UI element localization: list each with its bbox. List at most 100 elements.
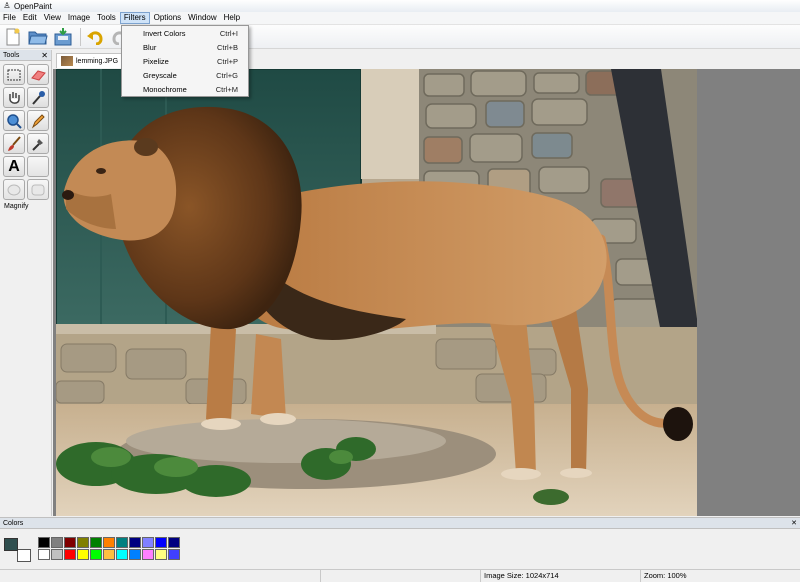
eraser-icon <box>31 69 46 81</box>
palette-swatch[interactable] <box>90 537 102 548</box>
background-color-swatch[interactable] <box>17 549 31 562</box>
palette-swatch[interactable] <box>77 537 89 548</box>
menu-item-shortcut: Ctrl+I <box>219 29 238 38</box>
palette-swatch[interactable] <box>142 549 154 560</box>
hand-icon <box>9 91 20 104</box>
palette-swatch[interactable] <box>116 549 128 560</box>
tools-panel-title: Tools <box>3 51 20 59</box>
clone-stamp-tool[interactable] <box>27 133 49 154</box>
filter-pixelize[interactable]: Pixelize Ctrl+P <box>122 55 248 69</box>
undo-icon <box>87 30 103 45</box>
colors-panel-close-icon[interactable]: ✕ <box>791 519 797 527</box>
document-tab-label: lemming.JPG <box>76 57 119 65</box>
open-icon <box>28 31 48 44</box>
title-bar: ♙ OpenPaint <box>0 0 800 12</box>
palette-swatch[interactable] <box>51 549 63 560</box>
tools-panel: Tools ✕ A Magnify <box>0 50 52 516</box>
magnify-tool[interactable] <box>3 110 25 131</box>
rounded-rectangle-tool[interactable] <box>27 179 49 200</box>
image-size-status: Image Size: 1024x714 <box>480 570 640 582</box>
colors-panel-header: Colors ✕ <box>0 518 800 529</box>
document-area: lemming.JPG <box>53 50 800 516</box>
palette-swatch[interactable] <box>64 549 76 560</box>
toolbar <box>0 25 800 49</box>
palette-swatch[interactable] <box>90 549 102 560</box>
selected-tool-name: Magnify <box>4 203 29 210</box>
text-tool[interactable]: A <box>3 156 25 177</box>
palette-swatch[interactable] <box>103 549 115 560</box>
color-palette <box>38 537 180 560</box>
menu-item-label: Pixelize <box>143 57 169 66</box>
tool-grid: A <box>0 61 51 200</box>
pin-icon <box>32 138 43 151</box>
palette-swatch[interactable] <box>155 549 167 560</box>
ellipse-icon <box>7 184 21 195</box>
rounded-rectangle-icon <box>31 184 45 195</box>
palette-swatch[interactable] <box>38 549 50 560</box>
palette-swatch[interactable] <box>77 549 89 560</box>
colors-panel-title: Colors <box>3 519 24 527</box>
palette-swatch[interactable] <box>142 537 154 548</box>
menu-tools[interactable]: Tools <box>94 12 119 24</box>
menu-view[interactable]: View <box>41 12 64 24</box>
pencil-tool[interactable] <box>27 110 49 131</box>
brush-icon <box>8 135 21 151</box>
undo-button[interactable] <box>84 27 106 47</box>
menu-edit[interactable]: Edit <box>20 12 40 24</box>
eraser-tool[interactable] <box>27 64 49 85</box>
menu-image[interactable]: Image <box>65 12 93 24</box>
palette-swatch[interactable] <box>51 537 63 548</box>
new-icon <box>6 28 20 45</box>
app-window: ♙ OpenPaint File Edit View Image Tools F… <box>0 0 800 582</box>
menu-file[interactable]: File <box>0 12 19 24</box>
toolbar-separator <box>80 27 81 46</box>
palette-swatch[interactable] <box>168 537 180 548</box>
palette-swatch[interactable] <box>129 537 141 548</box>
menu-filters[interactable]: Filters <box>119 12 150 24</box>
filter-blur[interactable]: Blur Ctrl+B <box>122 41 248 55</box>
open-button[interactable] <box>27 27 49 47</box>
filter-monochrome[interactable]: Monochrome Ctrl+M <box>122 83 248 97</box>
new-button[interactable] <box>2 27 24 47</box>
menu-item-label: Invert Colors <box>143 29 186 38</box>
save-button[interactable] <box>52 27 74 47</box>
pencil-icon <box>31 113 45 128</box>
eyedropper-icon <box>32 90 45 105</box>
menu-item-shortcut: Ctrl+M <box>215 85 238 94</box>
menu-bar: File Edit View Image Tools Filters Optio… <box>0 12 800 25</box>
ellipse-tool[interactable] <box>3 179 25 200</box>
palette-swatch[interactable] <box>103 537 115 548</box>
hand-tool[interactable] <box>3 87 25 108</box>
zoom-status: Zoom: 100% <box>640 570 800 582</box>
menu-item-label: Blur <box>143 43 157 52</box>
tools-panel-header: Tools ✕ <box>0 50 51 61</box>
filter-greyscale[interactable]: Greyscale Ctrl+G <box>122 69 248 83</box>
menu-item-label: Greyscale <box>143 71 177 80</box>
image-canvas[interactable] <box>56 69 697 516</box>
menu-window[interactable]: Window <box>185 12 219 24</box>
color-picker-tool[interactable] <box>27 87 49 108</box>
image-thumbnail <box>61 56 73 66</box>
window-title: OpenPaint <box>14 1 52 11</box>
magnify-icon <box>7 113 22 129</box>
filter-invert-colors[interactable]: Invert Colors Ctrl+I <box>122 27 248 41</box>
palette-swatch[interactable] <box>64 537 76 548</box>
status-segment-empty <box>320 570 480 582</box>
tools-panel-close-icon[interactable]: ✕ <box>41 51 48 60</box>
empty-tool-slot[interactable] <box>27 156 49 177</box>
palette-swatch[interactable] <box>38 537 50 548</box>
status-bar: Image Size: 1024x714 Zoom: 100% <box>0 569 800 582</box>
palette-swatch[interactable] <box>155 537 167 548</box>
palette-swatch[interactable] <box>129 549 141 560</box>
palette-swatch[interactable] <box>116 537 128 548</box>
document-tab[interactable]: lemming.JPG <box>56 53 126 68</box>
menu-item-shortcut: Ctrl+G <box>216 71 238 80</box>
rectangle-select-tool[interactable] <box>3 64 25 85</box>
palette-swatch[interactable] <box>168 549 180 560</box>
menu-item-shortcut: Ctrl+B <box>216 43 238 52</box>
foreground-color-swatch[interactable] <box>4 538 18 551</box>
menu-options[interactable]: Options <box>151 12 185 24</box>
menu-item-label: Monochrome <box>143 85 187 94</box>
menu-help[interactable]: Help <box>221 12 243 24</box>
brush-tool[interactable] <box>3 133 25 154</box>
